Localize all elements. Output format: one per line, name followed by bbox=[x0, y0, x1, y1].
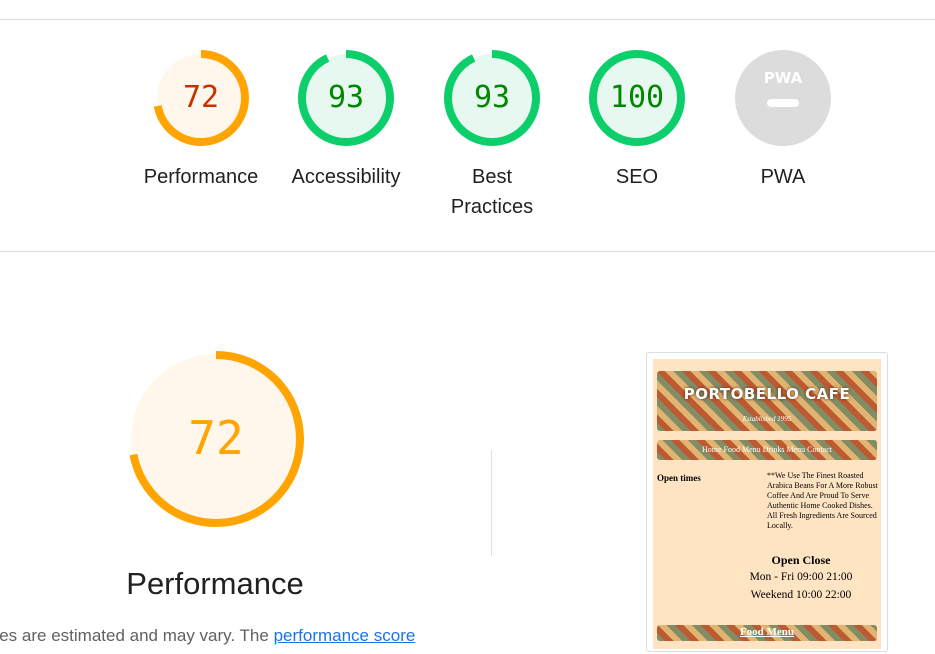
gauge-label: Accessibility bbox=[291, 166, 401, 188]
open-close-header: Open Close bbox=[771, 553, 831, 567]
gauge-score: 93 bbox=[327, 80, 365, 115]
site-title: PORTOBELLO CAFE bbox=[683, 385, 851, 403]
section-divider bbox=[0, 251, 935, 252]
intro-text: **We Use The Finest Roasted Arabica Bean… bbox=[767, 471, 878, 530]
gauge-score: 100 bbox=[609, 80, 665, 115]
open-times-label: Open times bbox=[657, 473, 701, 483]
food-menu-link: Food Menu bbox=[739, 626, 795, 638]
top-divider bbox=[0, 19, 935, 20]
gauge-best-practices[interactable]: 93 Best Practices bbox=[427, 48, 557, 222]
gauge-label: SEO bbox=[615, 166, 659, 188]
performance-large-score: 72 bbox=[188, 411, 244, 465]
site-banner: PORTOBELLO CAFE Established 1995 bbox=[657, 371, 877, 431]
hours-row: Weekend 10:00 22:00 bbox=[750, 589, 852, 601]
hours-row: Mon - Fri 09:00 21:00 bbox=[749, 571, 853, 583]
site-nav-links: Home Food Menu Drinks Menu Contact bbox=[702, 445, 832, 454]
gauge-performance[interactable]: 72 Performance bbox=[136, 48, 266, 192]
performance-score-link[interactable]: performance score bbox=[274, 626, 416, 645]
description-text: lues are estimated and may vary. The bbox=[0, 626, 274, 645]
gauge-label: Performance bbox=[143, 166, 259, 188]
pwa-badge-icon: PWA bbox=[735, 50, 831, 146]
pwa-badge-text: PWA bbox=[764, 69, 803, 87]
performance-description: lues are estimated and may vary. The per… bbox=[0, 626, 415, 646]
page-screenshot-thumbnail[interactable]: PORTOBELLO CAFE Established 1995 Home Fo… bbox=[646, 352, 888, 652]
gauge-score: 72 bbox=[182, 80, 220, 115]
vertical-divider bbox=[491, 450, 492, 556]
gauge-score: 93 bbox=[473, 80, 511, 115]
site-established: Established 1995 bbox=[742, 415, 792, 423]
food-menu-footer: Food Menu bbox=[657, 625, 877, 641]
gauge-label: Best Practices bbox=[450, 166, 534, 218]
performance-title: Performance bbox=[126, 566, 304, 601]
gauge-pwa[interactable]: PWA PWA bbox=[718, 48, 848, 192]
site-nav: Home Food Menu Drinks Menu Contact bbox=[657, 440, 877, 460]
screenshot-page: PORTOBELLO CAFE Established 1995 Home Fo… bbox=[653, 359, 881, 649]
gauge-accessibility[interactable]: 93 Accessibility bbox=[281, 48, 411, 192]
gauge-seo[interactable]: 100 SEO bbox=[572, 48, 702, 192]
gauge-label: PWA bbox=[760, 166, 806, 188]
